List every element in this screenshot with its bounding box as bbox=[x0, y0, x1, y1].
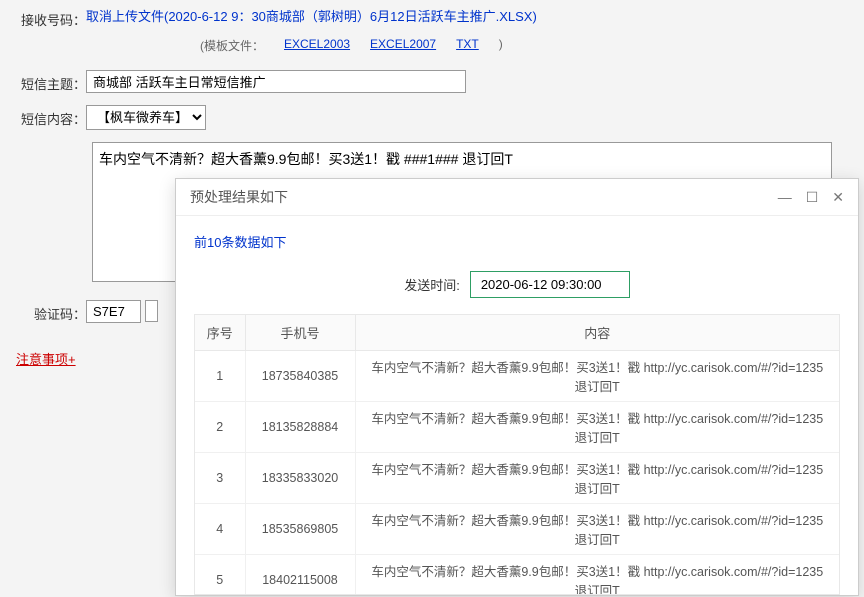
cell-content: 车内空气不清新？超大香薰9.9包邮！买3送1！戳 http://yc.caris… bbox=[355, 555, 839, 596]
template-file-label: (模板文件： bbox=[200, 37, 264, 54]
cell-phone: 18135828884 bbox=[245, 402, 355, 453]
th-phone: 手机号 bbox=[245, 315, 355, 351]
template-txt-link[interactable]: TXT bbox=[456, 37, 479, 54]
preview-modal: 预处理结果如下 — ☐ ✕ 前10条数据如下 发送时间: 序号 手机号 内容 1… bbox=[175, 178, 859, 596]
minimize-icon[interactable]: — bbox=[778, 189, 792, 206]
cell-phone: 18335833020 bbox=[245, 453, 355, 504]
cell-content: 车内空气不清新？超大香薰9.9包邮！买3送1！戳 http://yc.caris… bbox=[355, 402, 839, 453]
modal-subtitle[interactable]: 前10条数据如下 bbox=[194, 232, 840, 251]
subject-label: 短信主题： bbox=[16, 70, 86, 93]
cell-seq: 3 bbox=[195, 453, 245, 504]
cell-phone: 18535869805 bbox=[245, 504, 355, 555]
table-row: 118735840385车内空气不清新？超大香薰9.9包邮！买3送1！戳 htt… bbox=[195, 351, 839, 402]
cell-content: 车内空气不清新？超大香薰9.9包邮！买3送1！戳 http://yc.caris… bbox=[355, 453, 839, 504]
table-row: 518402115008车内空气不清新？超大香薰9.9包邮！买3送1！戳 htt… bbox=[195, 555, 839, 596]
captcha-label: 验证码： bbox=[16, 300, 86, 323]
captcha-input[interactable] bbox=[86, 300, 141, 323]
captcha-refresh-button[interactable] bbox=[145, 300, 158, 322]
template-links: (模板文件： EXCEL2003 EXCEL2007 TXT ) bbox=[0, 37, 864, 54]
maximize-icon[interactable]: ☐ bbox=[806, 189, 819, 206]
preview-table-wrap: 序号 手机号 内容 118735840385车内空气不清新？超大香薰9.9包邮！… bbox=[194, 314, 840, 595]
cancel-upload-link[interactable]: 取消上传文件(2020-6-12 9：30商城部（郭树明）6月12日活跃车主推广… bbox=[86, 6, 537, 25]
cell-seq: 4 bbox=[195, 504, 245, 555]
cell-content: 车内空气不清新？超大香薰9.9包邮！买3送1！戳 http://yc.caris… bbox=[355, 504, 839, 555]
send-time-input[interactable] bbox=[470, 271, 630, 298]
subject-input[interactable] bbox=[86, 70, 466, 93]
table-row: 318335833020车内空气不清新？超大香薰9.9包邮！买3送1！戳 htt… bbox=[195, 453, 839, 504]
content-label: 短信内容： bbox=[16, 105, 86, 128]
recv-number-label: 接收号码： bbox=[16, 6, 86, 29]
template-close-paren: ) bbox=[499, 37, 503, 54]
table-row: 418535869805车内空气不清新？超大香薰9.9包邮！买3送1！戳 htt… bbox=[195, 504, 839, 555]
cell-seq: 2 bbox=[195, 402, 245, 453]
content-row: 短信内容： 【枫车微养车】 bbox=[0, 99, 864, 136]
content-select[interactable]: 【枫车微养车】 bbox=[86, 105, 206, 130]
send-time-label: 发送时间: bbox=[404, 275, 460, 294]
th-seq: 序号 bbox=[195, 315, 245, 351]
notes-link[interactable]: 注意事项+ bbox=[0, 352, 76, 367]
preview-table: 序号 手机号 内容 118735840385车内空气不清新？超大香薰9.9包邮！… bbox=[195, 315, 839, 595]
modal-title: 预处理结果如下 bbox=[190, 187, 288, 207]
modal-body: 前10条数据如下 发送时间: 序号 手机号 内容 118735840385车内空… bbox=[176, 216, 858, 595]
send-time-row: 发送时间: bbox=[194, 271, 840, 298]
subject-row: 短信主题： bbox=[0, 64, 864, 99]
modal-header: 预处理结果如下 — ☐ ✕ bbox=[176, 179, 858, 216]
close-icon[interactable]: ✕ bbox=[832, 189, 844, 206]
cell-phone: 18735840385 bbox=[245, 351, 355, 402]
th-content: 内容 bbox=[355, 315, 839, 351]
cell-content: 车内空气不清新？超大香薰9.9包邮！买3送1！戳 http://yc.caris… bbox=[355, 351, 839, 402]
template-excel2003-link[interactable]: EXCEL2003 bbox=[284, 37, 350, 54]
cell-seq: 1 bbox=[195, 351, 245, 402]
table-row: 218135828884车内空气不清新？超大香薰9.9包邮！买3送1！戳 htt… bbox=[195, 402, 839, 453]
template-excel2007-link[interactable]: EXCEL2007 bbox=[370, 37, 436, 54]
cell-phone: 18402115008 bbox=[245, 555, 355, 596]
recv-number-row: 接收号码： 取消上传文件(2020-6-12 9：30商城部（郭树明）6月12日… bbox=[0, 0, 864, 35]
cell-seq: 5 bbox=[195, 555, 245, 596]
